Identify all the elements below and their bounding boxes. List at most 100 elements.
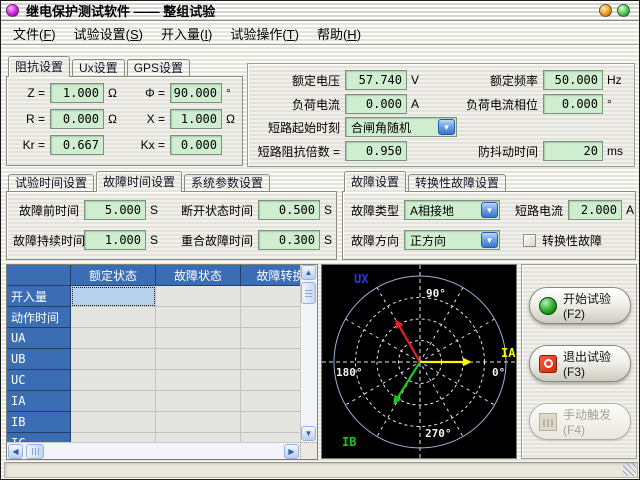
r-input[interactable]: 0.000 <box>50 109 104 129</box>
close-button-icon[interactable] <box>617 4 630 17</box>
table-cell[interactable] <box>156 370 241 391</box>
table-cell[interactable] <box>71 391 156 412</box>
manual-trigger-icon <box>539 413 557 431</box>
scroll-left-icon[interactable]: ◀ <box>8 444 23 459</box>
rated-frequency-label: 额定频率 <box>454 72 538 89</box>
table-cell[interactable] <box>241 412 301 433</box>
tab-system-params[interactable]: 系统参数设置 <box>184 174 270 192</box>
table-row: UA <box>7 328 301 349</box>
x-input[interactable]: 1.000 <box>170 109 222 129</box>
impedance-multiple-input[interactable]: 0.950 <box>345 141 407 161</box>
tab-convert-fault-settings[interactable]: 转换性故障设置 <box>408 174 506 192</box>
table-cell[interactable] <box>71 412 156 433</box>
column-header: 额定状态 <box>71 265 156 286</box>
table-cell[interactable] <box>156 286 241 307</box>
stop-icon <box>539 355 557 373</box>
window-controls <box>599 4 630 17</box>
chevron-down-icon[interactable]: ▼ <box>481 202 498 218</box>
menu-item-test-operation[interactable]: 试验操作(T) <box>221 22 308 45</box>
rated-frequency-input[interactable]: 50.000 <box>543 70 603 90</box>
z-input[interactable]: 1.000 <box>50 83 104 103</box>
tab-test-time[interactable]: 试验时间设置 <box>8 174 94 192</box>
table-cell[interactable] <box>71 328 156 349</box>
manual-trigger-button[interactable]: 手动触发(F4) <box>529 403 631 440</box>
table-cell[interactable] <box>241 328 301 349</box>
menu-bar: 文件(F) 试验设置(S) 开入量(I) 试验操作(T) 帮助(H) <box>1 22 639 45</box>
table-cell[interactable] <box>241 391 301 412</box>
time-tabstrip: 试验时间设置 故障时间设置 系统参数设置 <box>6 171 337 192</box>
convert-fault-checkbox[interactable] <box>523 234 536 247</box>
polar-plot: 90° 180° 0° 270° UX IA IB <box>322 265 516 458</box>
table-cell[interactable] <box>156 307 241 328</box>
system-panel: 额定电压57.740V 额定频率50.000Hz 负荷电流0.000A 负荷电流… <box>247 63 635 167</box>
table-cell[interactable] <box>71 349 156 370</box>
chevron-down-icon[interactable]: ▼ <box>438 119 455 135</box>
table-cell[interactable] <box>241 349 301 370</box>
vertical-scrollbar[interactable]: ▲ ▼ <box>300 265 317 443</box>
yellow-vector-arrowhead <box>463 358 472 366</box>
fault-duration-input[interactable]: 1.000 <box>84 230 146 250</box>
row-header: UA <box>7 328 71 349</box>
kx-input[interactable]: 0.000 <box>170 135 222 155</box>
short-circuit-start-select[interactable]: 合闸角随机▼ <box>345 117 457 137</box>
menu-item-test-settings[interactable]: 试验设置(S) <box>65 22 152 45</box>
table-cell[interactable] <box>241 307 301 328</box>
rated-voltage-input[interactable]: 57.740 <box>345 70 407 90</box>
reclose-fault-time-input[interactable]: 0.300 <box>258 230 320 250</box>
tab-ux-settings[interactable]: Ux设置 <box>72 59 125 77</box>
chevron-down-icon[interactable]: ▼ <box>481 232 498 248</box>
reclose-fault-time-label: 重合故障时间 <box>173 232 253 249</box>
vertical-scroll-thumb[interactable] <box>301 282 316 304</box>
action-button-panel: 开始试验(F2) 退出试验(F3) 手动触发(F4) <box>521 264 637 459</box>
tab-gps-settings[interactable]: GPS设置 <box>127 59 190 77</box>
menu-item-binary-input[interactable]: 开入量(I) <box>152 22 221 45</box>
open-state-time-input[interactable]: 0.500 <box>258 200 320 220</box>
open-state-time-unit: S <box>324 203 332 217</box>
menu-text: 试验设置( <box>74 27 130 42</box>
table-cell-selected[interactable] <box>71 286 156 307</box>
x-unit: Ω <box>226 112 235 126</box>
minimize-button-icon[interactable] <box>599 4 612 17</box>
angle-label-0: 0° <box>492 366 505 379</box>
table-cell[interactable] <box>241 370 301 391</box>
exit-test-button[interactable]: 退出试验(F3) <box>529 345 631 382</box>
table-cell[interactable] <box>156 412 241 433</box>
table-row: UB <box>7 349 301 370</box>
scroll-right-icon[interactable]: ▶ <box>284 444 299 459</box>
load-current-phase-input[interactable]: 0.000 <box>543 94 603 114</box>
table-cell[interactable] <box>71 307 156 328</box>
horizontal-scrollbar[interactable]: ◀ ▶ <box>7 442 301 459</box>
debounce-time-input[interactable]: 20 <box>543 141 603 161</box>
result-table-grid: 额定状态 故障状态 故障转换 开入量 动作时间 UA UB UC IA IB I… <box>7 265 301 443</box>
short-circuit-current-input[interactable]: 2.000 <box>568 200 622 220</box>
ux-phase-label: UX <box>354 272 369 286</box>
table-cell[interactable] <box>156 349 241 370</box>
horizontal-scroll-thumb[interactable] <box>26 444 44 459</box>
kr-input[interactable]: 0.667 <box>50 135 104 155</box>
scroll-down-icon[interactable]: ▼ <box>301 426 316 441</box>
tab-fault-time[interactable]: 故障时间设置 <box>96 171 182 192</box>
tab-fault-settings[interactable]: 故障设置 <box>344 171 406 192</box>
table-header-row: 额定状态 故障状态 故障转换 <box>7 265 301 286</box>
table-cell[interactable] <box>241 286 301 307</box>
table-cell[interactable] <box>156 391 241 412</box>
resize-grip[interactable] <box>623 463 636 476</box>
fault-direction-select[interactable]: 正方向▼ <box>404 230 500 250</box>
scroll-up-icon[interactable]: ▲ <box>301 265 316 280</box>
menu-text: ) <box>295 27 299 42</box>
phi-input[interactable]: 90.000 <box>170 83 222 103</box>
menu-item-file[interactable]: 文件(F) <box>4 22 65 45</box>
angle-label-90: 90° <box>426 287 446 300</box>
load-current-phase-label: 负荷电流相位 <box>454 96 538 113</box>
menu-item-help[interactable]: 帮助(H) <box>308 22 370 45</box>
impedance-multiple-label: 短路阻抗倍数 = <box>252 143 340 160</box>
load-current-input[interactable]: 0.000 <box>345 94 407 114</box>
tab-impedance-settings[interactable]: 阻抗设置 <box>8 56 70 77</box>
prefault-time-input[interactable]: 5.000 <box>84 200 146 220</box>
table-row: IB <box>7 412 301 433</box>
menu-text: 帮助( <box>317 27 347 42</box>
table-cell[interactable] <box>156 328 241 349</box>
fault-type-select[interactable]: A相接地▼ <box>404 200 500 220</box>
table-cell[interactable] <box>71 370 156 391</box>
start-test-button[interactable]: 开始试验(F2) <box>529 287 631 324</box>
